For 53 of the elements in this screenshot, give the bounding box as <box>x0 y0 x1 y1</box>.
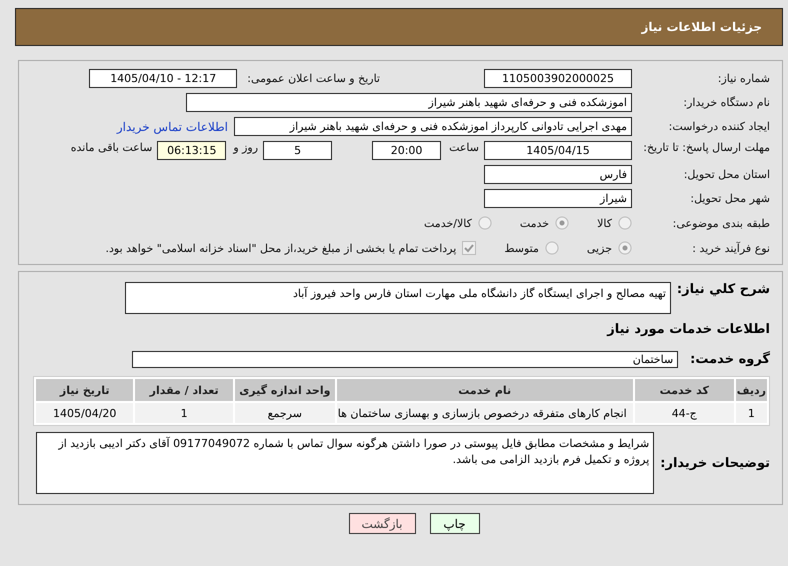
field-label: نام دستگاه خریدار: <box>682 96 771 109</box>
time-label: ساعت <box>449 141 479 154</box>
section-heading: اطلاعات خدمات مورد نیاز <box>607 322 770 337</box>
field-label: شرح کلي نیاز: <box>676 282 770 297</box>
field-label: طبقه بندی موضوعی: <box>672 216 771 230</box>
option-label: جزیی <box>586 242 612 254</box>
time-field: 20:00 <box>372 141 442 160</box>
column-header: ردیف <box>736 379 767 401</box>
option-label: کالا <box>597 216 612 230</box>
field-label: تاریخ و ساعت اعلان عمومی: <box>247 72 380 85</box>
field-label: مهلت ارسال پاسخ: تا تاریخ: <box>642 141 771 155</box>
contact-link[interactable]: اطلاعات تماس خریدار <box>116 120 228 134</box>
days-label: روز و <box>233 141 258 154</box>
radio-button[interactable] <box>555 216 570 230</box>
column-header: تعداد / مقدار <box>135 379 233 401</box>
field-label: استان محل تحویل: <box>682 168 771 181</box>
remaining-label: ساعت باقی مانده <box>70 141 152 154</box>
radio-button[interactable] <box>544 241 559 255</box>
page-title: جزئیات اطلاعات نیاز <box>641 20 762 34</box>
option-label: خدمت <box>520 216 550 230</box>
field-label: نوع فرآیند خرید : <box>691 242 771 254</box>
field-label: گروه خدمت: <box>690 352 770 367</box>
table-cell: 1 <box>736 403 767 423</box>
payment-note: پرداخت تمام یا بخشی از مبلغ خرید،از محل "اسناد خزانه اسلامی" خواهد بود. <box>106 242 456 254</box>
days-field: 5 <box>263 141 332 160</box>
table-cell: 1 <box>135 403 233 423</box>
table-cell: ج-44 <box>634 403 734 423</box>
column-header: کد خدمت <box>634 379 734 401</box>
radio-button[interactable] <box>618 241 632 255</box>
service-group-field: ساختمان <box>132 351 678 368</box>
table-cell: 1405/04/20 <box>36 403 134 423</box>
checkbox[interactable] <box>462 241 476 255</box>
notes-box: شرایط و مشخصات مطابق فایل پیوستی در صورا داشتن هرگونه سوال تماس با شماره 09177049072 آقای دکتر ادیبی بازدید از پروژه و تکمیل فرم بازدید الزامی می باشد. <box>36 432 654 494</box>
description-box: تهیه مصالح و اجرای ایستگاه گاز دانشگاه ملی مهارت استان فارس واحد فیروز آباد <box>124 282 671 314</box>
table-cell: سرجمع <box>234 403 335 423</box>
option-label: کالا/خدمت <box>424 216 472 230</box>
field-label: شماره نیاز: <box>716 72 771 85</box>
need-number-field: 1105003902000025 <box>484 69 632 88</box>
radio-button[interactable] <box>478 216 492 230</box>
date-field: 1405/04/15 <box>484 141 632 160</box>
column-header: تاریخ نیاز <box>36 379 134 401</box>
table-cell: انجام کارهای متفرقه درخصوص بازسازی و بهسازی ساختمان ها <box>336 403 633 423</box>
date-field: 1405/04/10 - 12:17 <box>89 69 238 88</box>
radio-button[interactable] <box>618 216 632 230</box>
option-label: متوسط <box>504 242 539 254</box>
column-header: واحد اندازه گیری <box>234 379 335 401</box>
field-label: توضیحات خریدار: <box>660 456 770 470</box>
back-button[interactable]: بازگشت <box>348 513 416 534</box>
field-label: ایجاد کننده درخواست: <box>668 120 771 133</box>
field-label: شهر محل تحویل: <box>689 192 771 205</box>
remaining-time-field: 06:13:15 <box>157 141 226 160</box>
print-button[interactable]: چاپ <box>430 513 480 534</box>
column-header: نام خدمت <box>336 379 633 401</box>
